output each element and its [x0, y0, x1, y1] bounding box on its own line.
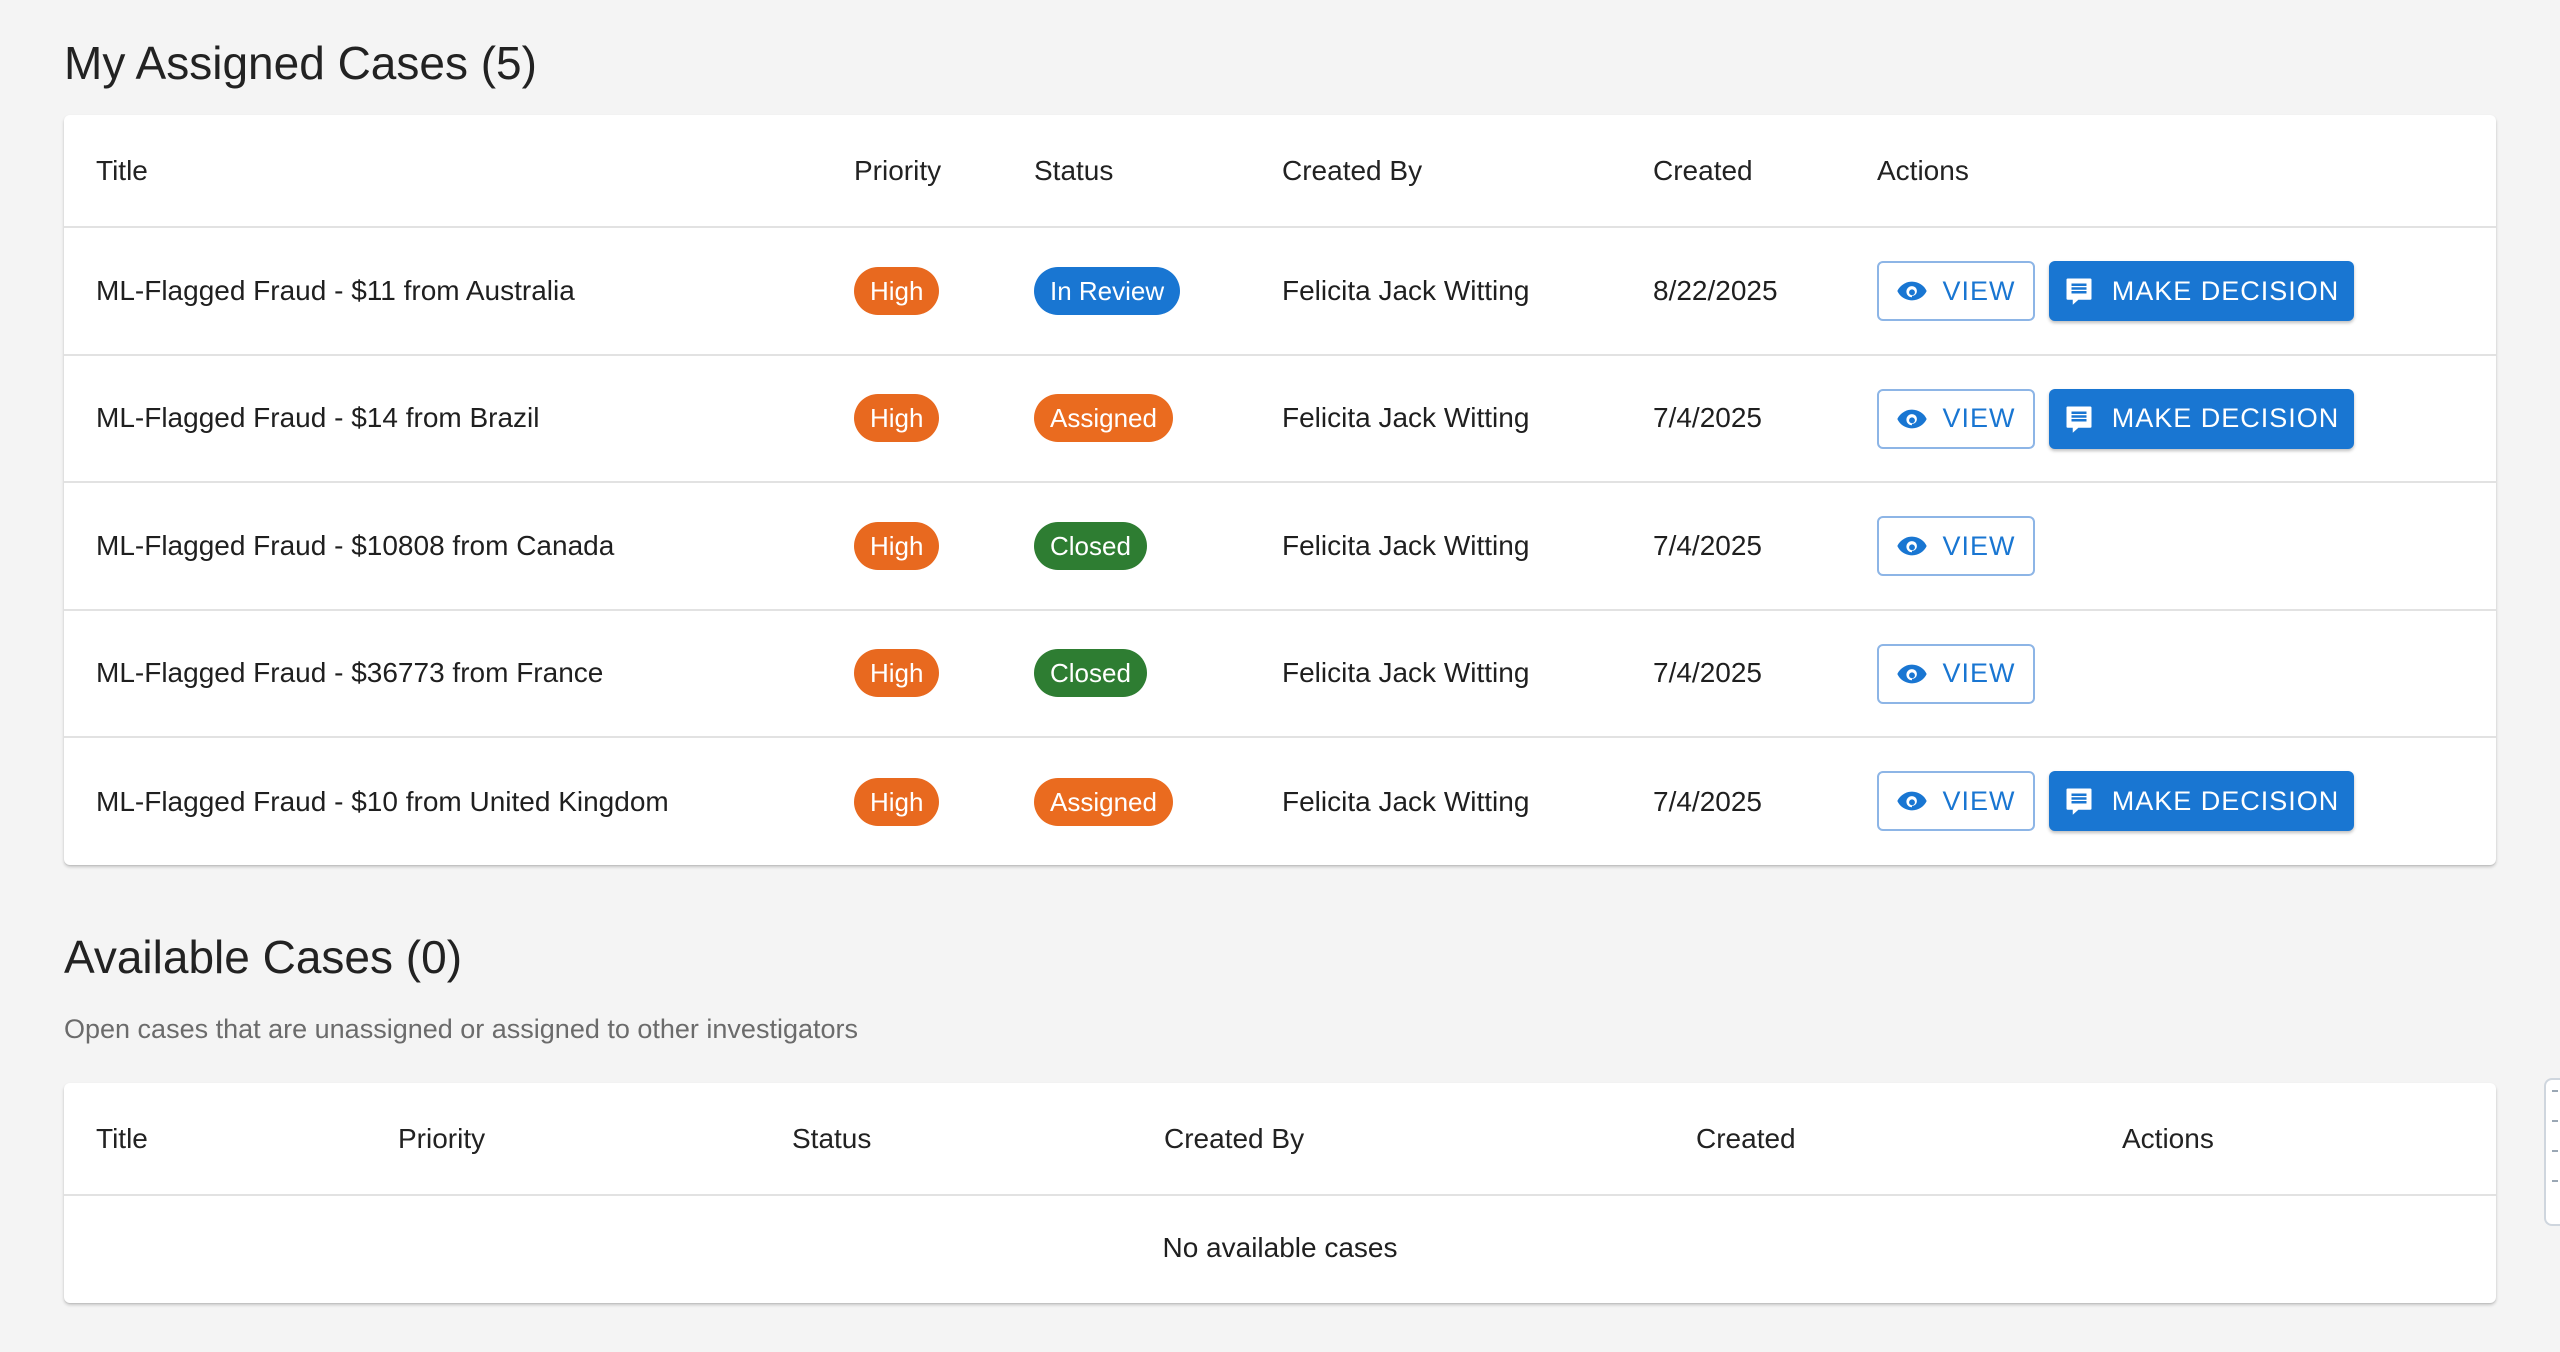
- table-row: ML-Flagged Fraud - $36773 from France Hig…: [64, 611, 2496, 738]
- view-button-label: VIEW: [1942, 785, 2016, 816]
- column-header-title[interactable]: Title: [96, 115, 148, 226]
- created-by: Felicita Jack Witting: [1282, 402, 1530, 434]
- table-row: ML-Flagged Fraud - $10808 from Canada Hig…: [64, 483, 2496, 611]
- case-title: ML-Flagged Fraud - $11 from Australia: [96, 274, 575, 306]
- column-header-created-by[interactable]: Created By: [1282, 115, 1422, 226]
- priority-chip: High: [854, 521, 940, 570]
- side-widget-tab[interactable]: [2544, 1078, 2560, 1226]
- available-cases-subtitle: Open cases that are unassigned or assign…: [64, 1014, 858, 1044]
- eye-icon: [1896, 280, 1928, 302]
- priority-chip: High: [854, 394, 940, 443]
- status-chip: Assigned: [1034, 777, 1173, 826]
- status-chip: Closed: [1034, 521, 1147, 570]
- available-cases-title: Available Cases (0): [64, 931, 463, 983]
- view-button-label: VIEW: [1942, 275, 2016, 306]
- created-date: 7/4/2025: [1653, 402, 1762, 434]
- assigned-cases-table: Title Priority Status Created By Created…: [64, 115, 2496, 865]
- column-header-created[interactable]: Created: [1653, 115, 1753, 226]
- view-button[interactable]: VIEW: [1877, 261, 2035, 321]
- empty-state-message: No available cases: [1162, 1232, 1398, 1263]
- column-header-created[interactable]: Created: [1696, 1083, 1796, 1194]
- case-title: ML-Flagged Fraud - $14 from Brazil: [96, 402, 540, 434]
- column-header-status[interactable]: Status: [792, 1083, 871, 1194]
- case-title: ML-Flagged Fraud - $36773 from France: [96, 657, 604, 689]
- column-header-created-by[interactable]: Created By: [1164, 1083, 1304, 1194]
- created-date: 7/4/2025: [1653, 785, 1762, 817]
- priority-chip: High: [854, 266, 940, 315]
- column-header-actions: Actions: [1877, 154, 1969, 186]
- eye-icon: [1896, 663, 1928, 685]
- comment-icon: [2064, 404, 2094, 434]
- make-decision-button-label: MAKE DECISION: [2111, 403, 2340, 433]
- status-chip: Assigned: [1034, 394, 1173, 443]
- status-chip: Closed: [1034, 649, 1147, 698]
- table-header: Title Priority Status Created By Created…: [64, 1083, 2496, 1196]
- column-header-status[interactable]: Status: [1034, 115, 1113, 226]
- column-header-priority[interactable]: Priority: [398, 1083, 485, 1194]
- comment-icon: [2064, 276, 2094, 306]
- eye-icon: [1896, 790, 1928, 812]
- column-header-actions: Actions: [2122, 1122, 2214, 1154]
- view-button[interactable]: VIEW: [1877, 388, 2035, 449]
- eye-icon: [1896, 408, 1928, 430]
- status-chip: In Review: [1034, 266, 1181, 315]
- view-button[interactable]: VIEW: [1877, 771, 2035, 831]
- created-by: Felicita Jack Witting: [1282, 274, 1530, 306]
- created-by: Felicita Jack Witting: [1282, 529, 1530, 561]
- column-header-title[interactable]: Title: [96, 1083, 148, 1194]
- view-button-label: VIEW: [1942, 658, 2016, 688]
- created-date: 8/22/2025: [1653, 274, 1778, 306]
- make-decision-button[interactable]: MAKE DECISION: [2049, 261, 2354, 321]
- table-row: ML-Flagged Fraud - $14 from Brazil High As…: [64, 356, 2496, 483]
- case-title: ML-Flagged Fraud - $10808 from Canada: [96, 529, 615, 561]
- table-row: ML-Flagged Fraud - $10 from United Kingd…: [64, 738, 2496, 865]
- view-button[interactable]: VIEW: [1877, 516, 2035, 576]
- table-header: Title Priority Status Created By Created…: [64, 115, 2496, 228]
- make-decision-button[interactable]: MAKE DECISION: [2049, 771, 2354, 831]
- make-decision-button-label: MAKE DECISION: [2111, 785, 2340, 816]
- priority-chip: High: [854, 649, 940, 698]
- created-date: 7/4/2025: [1653, 529, 1762, 561]
- view-button[interactable]: VIEW: [1877, 643, 2035, 704]
- make-decision-button[interactable]: MAKE DECISION: [2049, 388, 2354, 449]
- comment-icon: [2064, 786, 2094, 816]
- created-by: Felicita Jack Witting: [1282, 657, 1530, 689]
- cases-page: My Assigned Cases (5) Title Priority Sta…: [0, 0, 2560, 1352]
- assigned-cases-title: My Assigned Cases (5): [64, 37, 537, 89]
- view-button-label: VIEW: [1942, 530, 2016, 561]
- priority-chip: High: [854, 777, 940, 826]
- eye-icon: [1896, 535, 1928, 557]
- make-decision-button-label: MAKE DECISION: [2111, 275, 2340, 306]
- created-date: 7/4/2025: [1653, 657, 1762, 689]
- view-button-label: VIEW: [1942, 403, 2016, 433]
- created-by: Felicita Jack Witting: [1282, 785, 1530, 817]
- case-title: ML-Flagged Fraud - $10 from United Kingd…: [96, 785, 669, 817]
- column-header-priority[interactable]: Priority: [854, 115, 941, 226]
- available-cases-table: Title Priority Status Created By Created…: [64, 1083, 2496, 1303]
- table-row: ML-Flagged Fraud - $11 from Australia Hig…: [64, 228, 2496, 356]
